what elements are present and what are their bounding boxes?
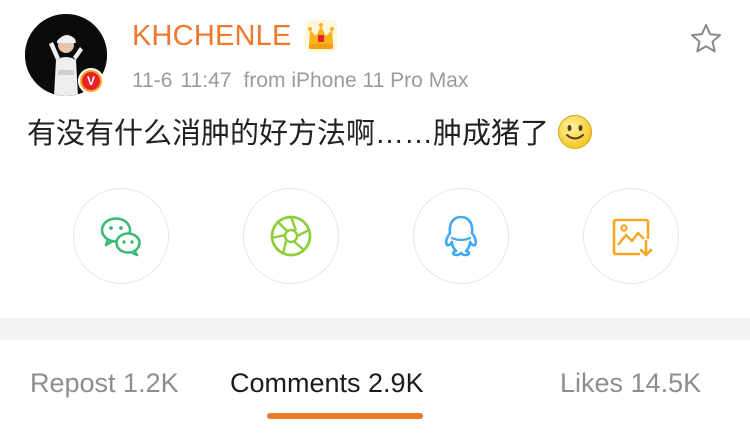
share-row [0,188,750,286]
tab-comments[interactable]: Comments 2.9K [230,368,424,399]
post-tabs: Repost 1.2K Comments 2.9K Likes 14.5K [0,340,750,440]
smiley-icon [558,115,593,149]
post-text-body: 有没有什么消肿的好方法啊……肿成猪了 [27,118,550,150]
tab-repost[interactable]: Repost 1.2K [30,368,179,399]
tab-likes[interactable]: Likes 14.5K [560,368,701,399]
share-qq-button[interactable] [413,188,509,284]
verified-badge-label: V [82,72,100,90]
weibo-post: V KHCHENLE 11-6 11:47 from iPhone 11 Pro M… [0,0,750,318]
section-divider [0,318,750,340]
verified-badge: V [78,68,104,94]
post-date: 11-6 [132,69,173,92]
save-image-button[interactable] [583,188,679,284]
author-name[interactable]: KHCHENLE [132,20,292,53]
qq-icon [444,215,478,257]
post-source: from iPhone 11 Pro Max [243,69,469,92]
post-meta: 11-6 11:47 from iPhone 11 Pro Max [132,69,468,93]
share-moments-button[interactable] [243,188,339,284]
crown-icon [305,20,337,52]
post-text: 有没有什么消肿的好方法啊……肿成猪了 [27,114,593,154]
wechat-icon [100,217,141,257]
share-wechat-button[interactable] [73,188,169,284]
save-image-icon [612,218,653,257]
post-time: 11:47 [180,69,232,92]
active-tab-indicator [267,413,423,419]
moments-icon [270,215,312,257]
star-outline-icon[interactable] [689,22,723,56]
